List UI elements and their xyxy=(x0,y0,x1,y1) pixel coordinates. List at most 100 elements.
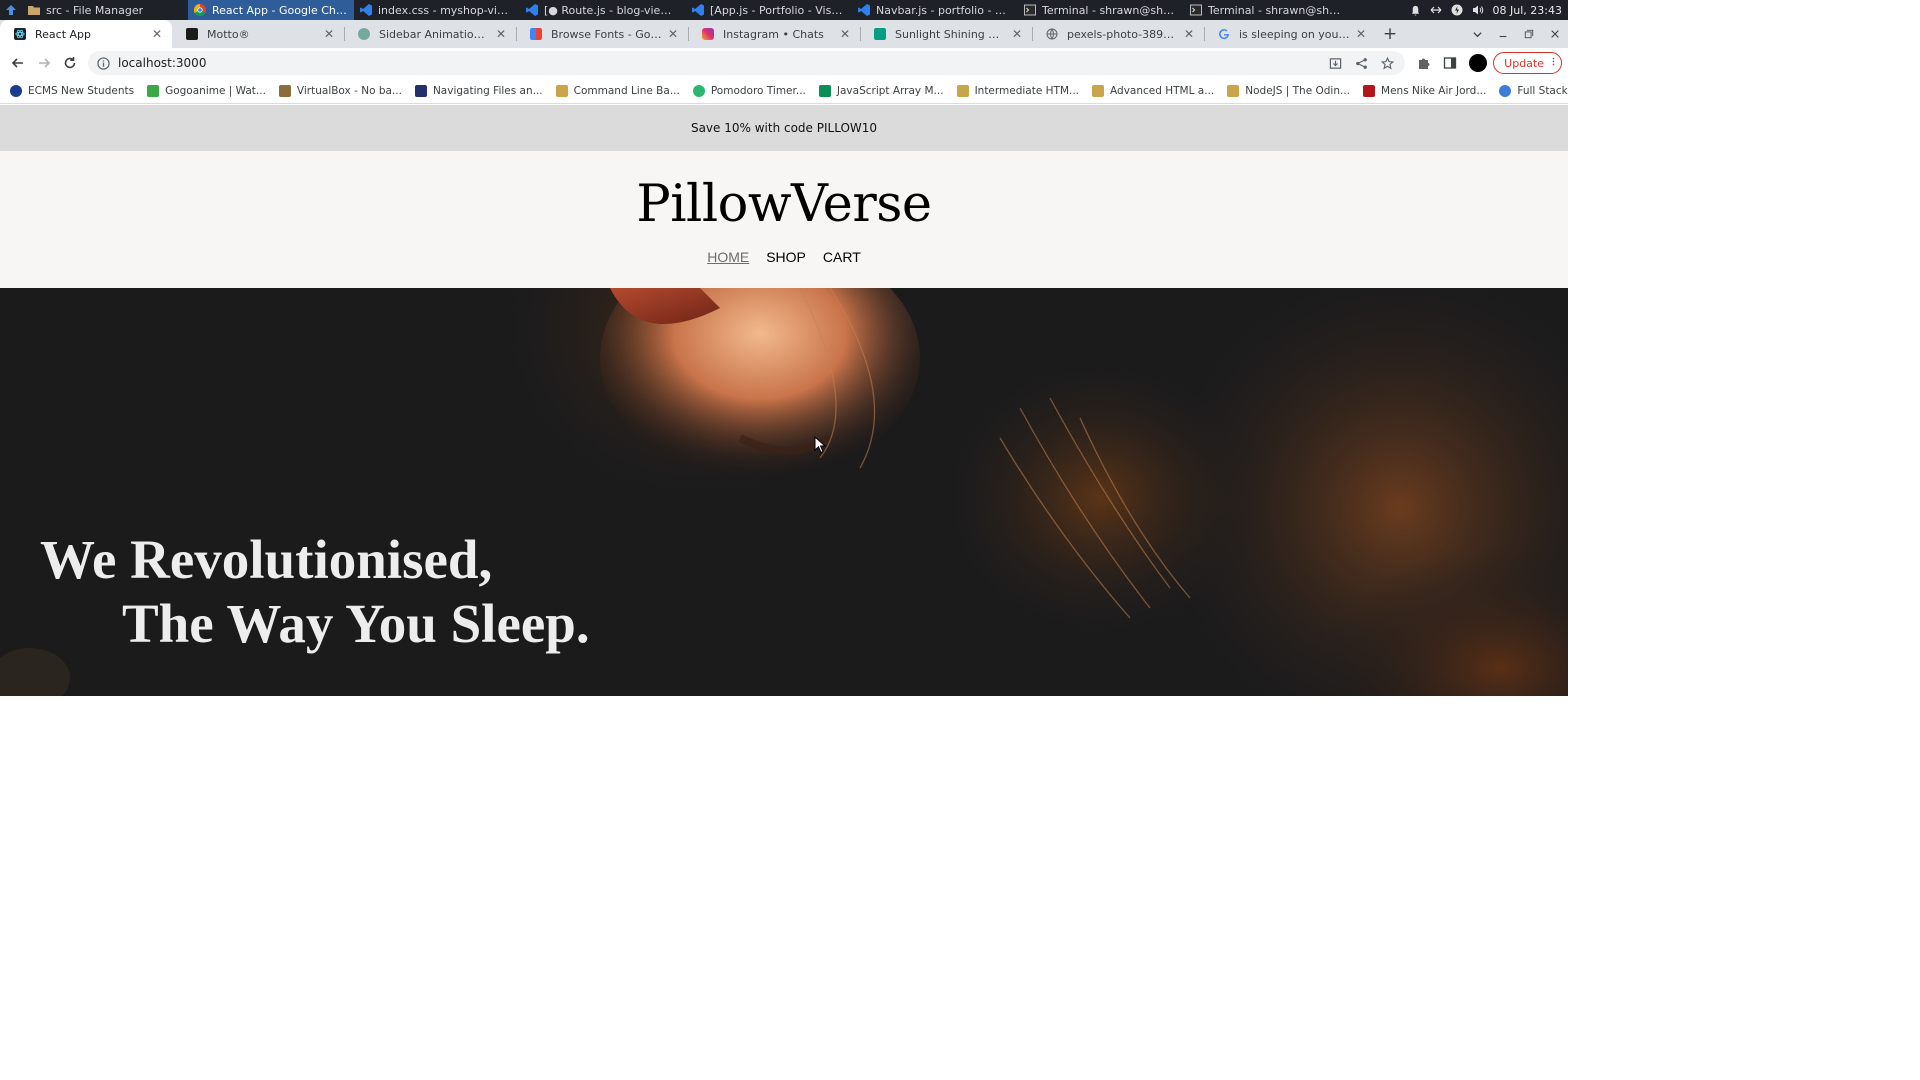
bookmark-label: Pomodoro Timer... xyxy=(710,84,806,97)
bookmark-item[interactable]: Advanced HTML a... xyxy=(1092,84,1215,97)
bookmarks-bar: ECMS New Students Gogoanime | Wat... Vir… xyxy=(0,78,1568,104)
tab-pexels-photo[interactable]: pexels-photo-3894545.jpe ✕ xyxy=(1032,20,1204,48)
minimize-icon[interactable] xyxy=(1490,20,1516,48)
taskbar-task-label: React App - Google Chrome xyxy=(212,3,348,17)
taskbar-task-vscode-route-js[interactable]: [● Route.js - blog-view - Visu... xyxy=(520,0,686,20)
tab-title: Browse Fonts - Google Fon xyxy=(551,27,662,41)
odin-project-icon xyxy=(1227,84,1240,97)
browser-tab-strip: React App ✕ Motto® ✕ Sidebar Animation A… xyxy=(0,20,1568,48)
bookmark-item[interactable]: NodeJS | The Odin... xyxy=(1227,84,1351,97)
bookmark-item[interactable]: Gogoanime | Wat... xyxy=(147,84,266,97)
linuxjourney-icon xyxy=(414,84,427,97)
taskbar-task-file-manager[interactable]: src - File Manager xyxy=(22,0,188,20)
gogoanime-icon xyxy=(147,84,160,97)
profile-avatar[interactable] xyxy=(1469,54,1488,72)
taskbar-task-vscode-app-js[interactable]: [App.js - Portfolio - Visual St... xyxy=(686,0,852,20)
tab-google-fonts[interactable]: Browse Fonts - Google Fon ✕ xyxy=(516,20,688,48)
extensions-puzzle-icon[interactable] xyxy=(1411,51,1437,75)
bookmark-label: JavaScript Array M... xyxy=(836,84,944,97)
close-tab-icon[interactable]: ✕ xyxy=(322,27,336,41)
hero-headline-line-1: We Revolutionised, xyxy=(40,529,493,590)
hero-headline-line-2: The Way You Sleep. xyxy=(122,593,590,654)
tab-google-search[interactable]: is sleeping on your back g ✕ xyxy=(1204,20,1376,48)
clock[interactable]: 08 Jul, 23:43 xyxy=(1493,4,1562,17)
tab-pexels-sunlight[interactable]: Sunlight Shining on Face o ✕ xyxy=(860,20,1032,48)
address-bar[interactable]: localhost:3000 xyxy=(88,51,1406,75)
url-text[interactable]: localhost:3000 xyxy=(118,56,1319,70)
bookmark-label: Advanced HTML a... xyxy=(1110,84,1215,97)
taskbar-task-terminal-2[interactable]: Terminal - shrawn@shrawn-... xyxy=(1184,0,1350,20)
bookmark-label: NodeJS | The Odin... xyxy=(1245,84,1351,97)
taskbar-task-chrome[interactable]: React App - Google Chrome xyxy=(188,0,354,20)
bookmark-item[interactable]: VirtualBox - No ba... xyxy=(278,84,402,97)
bookmark-item[interactable]: Intermediate HTM... xyxy=(956,84,1079,97)
forward-arrow-icon[interactable] xyxy=(32,51,56,75)
chrome-icon xyxy=(193,3,206,17)
bookmark-item[interactable]: ECMS New Students xyxy=(10,84,134,97)
kebab-menu-icon[interactable] xyxy=(1552,56,1555,70)
tab-instagram[interactable]: Instagram • Chats ✕ xyxy=(688,20,860,48)
close-tab-icon[interactable]: ✕ xyxy=(494,27,508,41)
app-menu-icon[interactable] xyxy=(0,0,22,20)
tab-title: React App xyxy=(35,27,92,41)
install-app-icon[interactable] xyxy=(1325,53,1345,73)
hero-banner: We Revolutionised, The Way You Sleep. xyxy=(0,288,1568,696)
bookmark-item[interactable]: Command Line Ba... xyxy=(555,84,680,97)
bookmark-star-icon[interactable] xyxy=(1377,53,1397,73)
tab-sidebar-animation[interactable]: Sidebar Animation Assista ✕ xyxy=(344,20,516,48)
share-icon[interactable] xyxy=(1351,53,1371,73)
vscode-icon xyxy=(692,4,704,16)
bookmark-label: Command Line Ba... xyxy=(573,84,680,97)
close-tab-icon[interactable]: ✕ xyxy=(666,27,680,41)
side-panel-icon[interactable] xyxy=(1437,51,1463,75)
tab-title: Motto® xyxy=(207,27,250,41)
google-fonts-icon xyxy=(530,28,542,40)
browser-toolbar: localhost:3000 Update xyxy=(0,48,1568,78)
bookmark-item[interactable]: Pomodoro Timer... xyxy=(692,84,806,97)
terminal-icon xyxy=(1190,4,1202,16)
site-logo[interactable]: PillowVerse xyxy=(0,151,1568,238)
nav-cart-link[interactable]: CART xyxy=(823,249,861,265)
close-tab-icon[interactable]: ✕ xyxy=(1182,27,1196,41)
taskbar-task-label: Terminal - shrawn@shrawn-... xyxy=(1042,3,1178,17)
bookmark-label: Navigating Files an... xyxy=(432,84,543,97)
nav-shop-link[interactable]: SHOP xyxy=(766,249,806,265)
taskbar-task-terminal-1[interactable]: Terminal - shrawn@shrawn-... xyxy=(1018,0,1184,20)
new-tab-button[interactable]: + xyxy=(1376,20,1404,48)
bookmark-item[interactable]: JavaScript Array M... xyxy=(818,84,944,97)
bell-icon[interactable] xyxy=(1409,4,1422,17)
vscode-icon xyxy=(360,4,372,16)
tab-title: pexels-photo-3894545.jpe xyxy=(1067,27,1178,41)
react-icon xyxy=(14,28,26,40)
back-arrow-icon[interactable] xyxy=(6,51,30,75)
power-icon[interactable] xyxy=(1451,4,1464,17)
close-window-icon[interactable] xyxy=(1542,20,1568,48)
nav-home-link[interactable]: HOME xyxy=(707,249,749,265)
close-tab-icon[interactable]: ✕ xyxy=(1010,27,1024,41)
close-tab-icon[interactable]: ✕ xyxy=(150,27,164,41)
mouse-cursor-icon xyxy=(814,436,826,454)
tab-react-app[interactable]: React App ✕ xyxy=(0,20,172,48)
volume-icon[interactable] xyxy=(1472,4,1485,17)
network-arrows-icon[interactable] xyxy=(1430,4,1443,17)
chatgpt-icon xyxy=(358,28,370,40)
site-info-icon[interactable] xyxy=(96,56,110,70)
tab-motto[interactable]: Motto® ✕ xyxy=(172,20,344,48)
promo-banner: Save 10% with code PILLOW10 xyxy=(0,105,1568,151)
taskbar-task-vscode-navbar-js[interactable]: Navbar.js - portfolio - Visual ... xyxy=(852,0,1018,20)
tab-search-chevron-icon[interactable] xyxy=(1464,20,1490,48)
w3-icon xyxy=(818,84,831,97)
reload-icon[interactable] xyxy=(58,51,82,75)
globe-icon xyxy=(1046,28,1058,40)
close-tab-icon[interactable]: ✕ xyxy=(838,27,852,41)
bookmark-label: VirtualBox - No ba... xyxy=(296,84,402,97)
tab-title: Sunlight Shining on Face o xyxy=(895,27,1006,41)
tab-title: Instagram • Chats xyxy=(723,27,824,41)
restore-icon[interactable] xyxy=(1516,20,1542,48)
bookmark-item[interactable]: Full Stack Develop... xyxy=(1499,84,1568,97)
bookmark-item[interactable]: Mens Nike Air Jord... xyxy=(1363,84,1486,97)
update-button[interactable]: Update xyxy=(1493,52,1562,74)
close-tab-icon[interactable]: ✕ xyxy=(1354,27,1368,41)
taskbar-task-vscode-index-css[interactable]: index.css - myshop-view - Vi... xyxy=(354,0,520,20)
bookmark-item[interactable]: Navigating Files an... xyxy=(414,84,543,97)
